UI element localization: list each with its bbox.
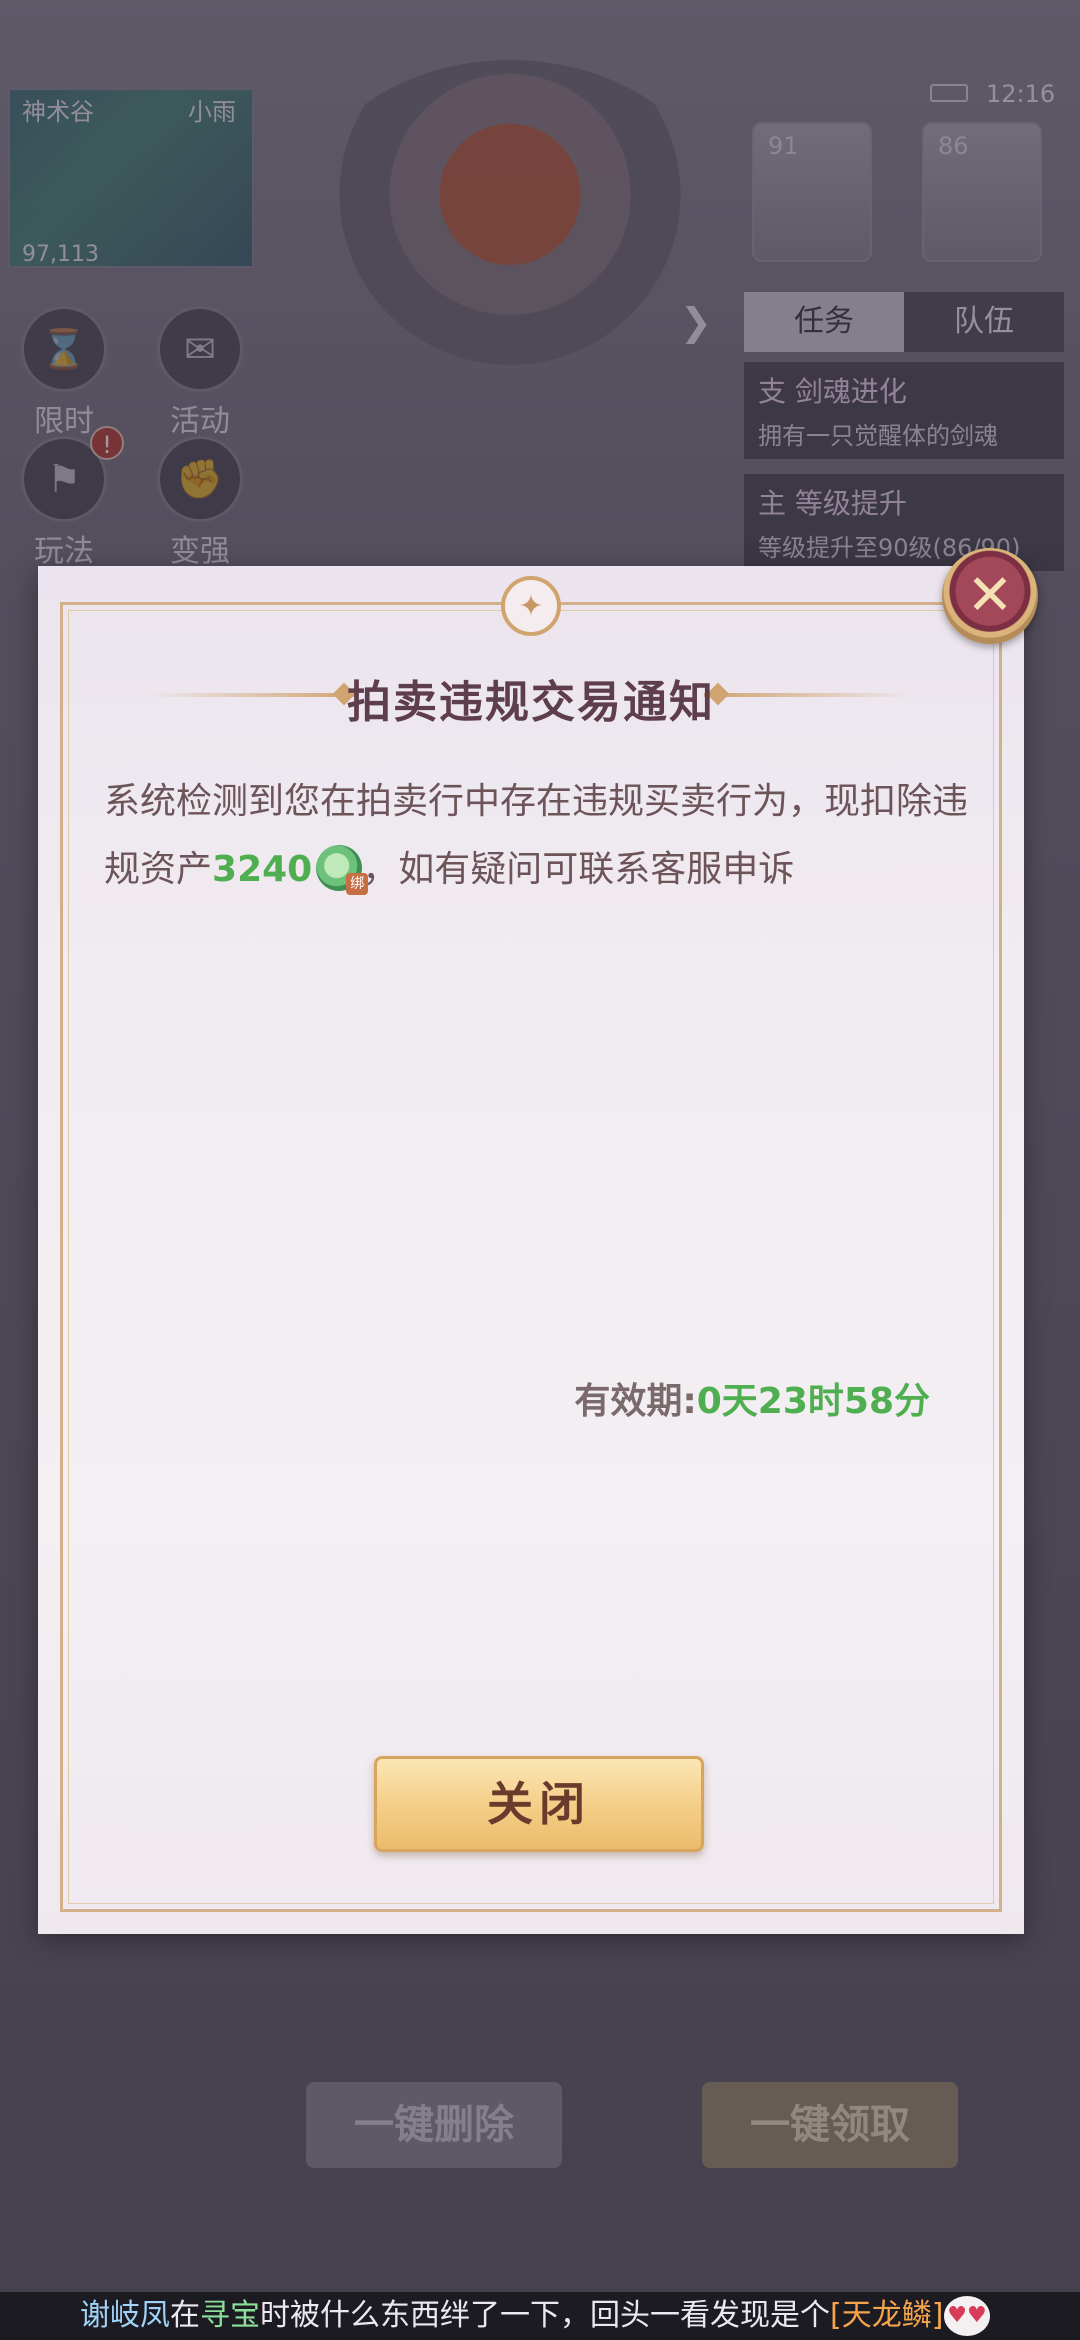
world-announcement-ticker: 谢岐凤在寻宝时被什么东西绊了一下，回头一看发现是个[天龙鳞] [0, 2292, 1080, 2340]
emblem-icon: ✦ [501, 576, 561, 636]
close-icon[interactable]: ✕ [942, 548, 1038, 644]
bound-tag: 绑 [346, 873, 369, 895]
dragon-coin-icon: 绑 [316, 845, 369, 895]
message-suffix: ，如有疑问可联系客服申诉 [362, 849, 795, 890]
ticker-text: 在 [170, 2298, 200, 2333]
validity-value: 0天23时58分 [696, 1381, 930, 1422]
ticker-text: 时被什么东西绊了一下，回头一看发现是个 [260, 2298, 830, 2333]
cat-emoji-icon: ♥♥ [944, 2296, 990, 2336]
dialog-title: 拍卖违规交易通知 [347, 677, 715, 728]
ticker-player-name: 谢岐凤 [80, 2298, 170, 2333]
ticker-item: [天龙鳞] [830, 2298, 944, 2333]
deducted-amount: 3240 [212, 849, 313, 890]
dialog-message: 系统检测到您在拍卖行中存在违规买卖行为，现扣除违规资产3240 绑，如有疑问可联系… [104, 768, 984, 904]
validity-label: 有效期: [574, 1381, 697, 1422]
notification-dialog: ✦ 拍卖违规交易通知 系统检测到您在拍卖行中存在违规买卖行为，现扣除违规资产32… [38, 566, 1024, 1934]
ticker-highlight: 寻宝 [200, 2298, 260, 2333]
close-button[interactable]: 关闭 [374, 1756, 704, 1852]
validity-period: 有效期:0天23时58分 [574, 1372, 930, 1424]
